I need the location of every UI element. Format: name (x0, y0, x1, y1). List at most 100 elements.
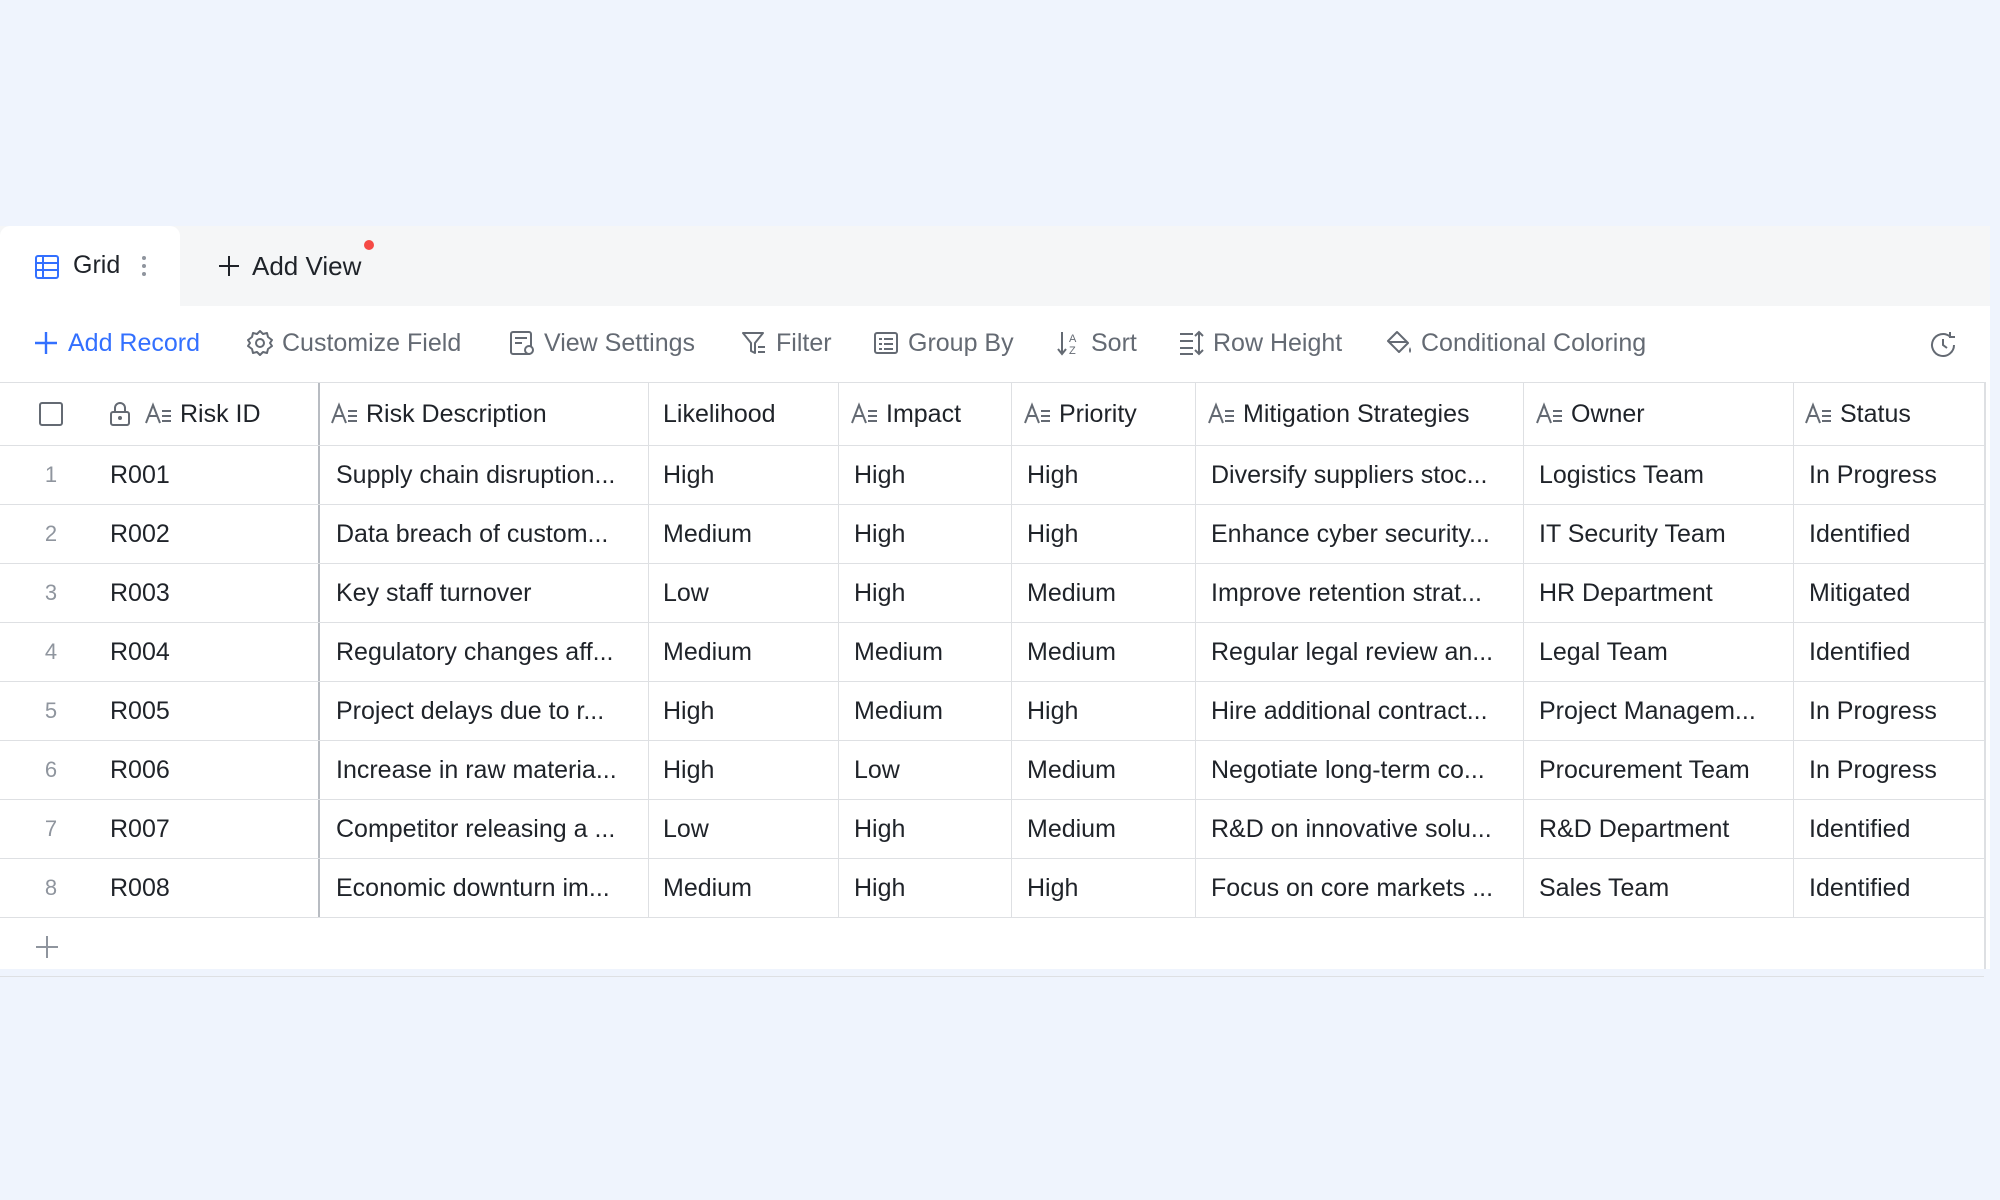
select-all-checkbox[interactable] (39, 402, 63, 426)
cell-mitigation-strategies[interactable]: Improve retention strat... (1211, 564, 1521, 622)
cell-risk-id[interactable]: R001 (110, 446, 315, 504)
cell-owner[interactable]: Legal Team (1539, 623, 1791, 681)
cell-likelihood[interactable]: High (663, 446, 835, 504)
column-divider[interactable] (1523, 383, 1524, 445)
cell-priority[interactable]: High (1027, 859, 1192, 917)
cell-risk-description[interactable]: Data breach of custom... (336, 505, 646, 563)
cell-mitigation-strategies[interactable]: Focus on core markets ... (1211, 859, 1521, 917)
more-vertical-icon[interactable] (140, 252, 148, 280)
cell-status[interactable]: Identified (1809, 505, 1984, 563)
cell-owner[interactable]: IT Security Team (1539, 505, 1791, 563)
tab-grid[interactable]: Grid (0, 226, 180, 306)
cell-status[interactable]: Identified (1809, 859, 1984, 917)
cell-priority[interactable]: Medium (1027, 623, 1192, 681)
cell-status[interactable]: Identified (1809, 623, 1984, 681)
cell-status[interactable]: Mitigated (1809, 564, 1984, 622)
cell-mitigation-strategies[interactable]: R&D on innovative solu... (1211, 800, 1521, 858)
cell-risk-description[interactable]: Increase in raw materia... (336, 741, 646, 799)
column-header-priority[interactable]: Priority (1023, 383, 1193, 445)
cell-owner[interactable]: Procurement Team (1539, 741, 1791, 799)
table-row[interactable]: 5 R005 Project delays due to r... High M… (0, 682, 1984, 741)
cell-status[interactable]: In Progress (1809, 741, 1984, 799)
cell-risk-id[interactable]: R005 (110, 682, 315, 740)
cell-mitigation-strategies[interactable]: Negotiate long-term co... (1211, 741, 1521, 799)
cell-risk-id[interactable]: R007 (110, 800, 315, 858)
cell-owner[interactable]: Logistics Team (1539, 446, 1791, 504)
table-row[interactable]: 6 R006 Increase in raw materia... High L… (0, 741, 1984, 800)
table-row[interactable]: 3 R003 Key staff turnover Low High Mediu… (0, 564, 1984, 623)
add-record-button[interactable]: Add Record (32, 326, 200, 360)
cell-impact[interactable]: High (854, 800, 1009, 858)
table-row[interactable]: 2 R002 Data breach of custom... Medium H… (0, 505, 1984, 564)
table-row[interactable]: 7 R007 Competitor releasing a ... Low Hi… (0, 800, 1984, 859)
cell-risk-id[interactable]: R008 (110, 859, 315, 917)
cell-likelihood[interactable]: High (663, 741, 835, 799)
column-header-status[interactable]: Status (1804, 383, 1982, 445)
cell-risk-id[interactable]: R006 (110, 741, 315, 799)
cell-mitigation-strategies[interactable]: Regular legal review an... (1211, 623, 1521, 681)
cell-likelihood[interactable]: Medium (663, 623, 835, 681)
column-header-risk-description[interactable]: Risk Description (330, 383, 648, 445)
cell-priority[interactable]: Medium (1027, 800, 1192, 858)
cell-likelihood[interactable]: Medium (663, 505, 835, 563)
table-row[interactable]: 4 R004 Regulatory changes aff... Medium … (0, 623, 1984, 682)
column-divider[interactable] (1793, 383, 1794, 445)
column-header-risk-id[interactable]: Risk ID (144, 383, 319, 445)
cell-priority[interactable]: High (1027, 505, 1192, 563)
column-divider[interactable] (1195, 383, 1196, 445)
cell-status[interactable]: Identified (1809, 800, 1984, 858)
cell-owner[interactable]: Sales Team (1539, 859, 1791, 917)
cell-status[interactable]: In Progress (1809, 682, 1984, 740)
view-settings-button[interactable]: View Settings (508, 326, 695, 360)
cell-risk-description[interactable]: Economic downturn im... (336, 859, 646, 917)
column-header-impact[interactable]: Impact (850, 383, 1010, 445)
cell-priority[interactable]: Medium (1027, 741, 1192, 799)
column-divider[interactable] (838, 383, 839, 445)
cell-risk-description[interactable]: Regulatory changes aff... (336, 623, 646, 681)
cell-mitigation-strategies[interactable]: Enhance cyber security... (1211, 505, 1521, 563)
add-view-button[interactable]: Add View (216, 250, 361, 282)
cell-priority[interactable]: Medium (1027, 564, 1192, 622)
frozen-column-divider[interactable] (318, 383, 320, 445)
history-icon[interactable] (1928, 330, 1958, 360)
cell-impact[interactable]: High (854, 446, 1009, 504)
cell-impact[interactable]: High (854, 859, 1009, 917)
cell-impact[interactable]: Medium (854, 623, 1009, 681)
cell-owner[interactable]: HR Department (1539, 564, 1791, 622)
cell-risk-description[interactable]: Key staff turnover (336, 564, 646, 622)
cell-risk-id[interactable]: R004 (110, 623, 315, 681)
add-row-plus-icon[interactable] (34, 934, 60, 960)
cell-risk-description[interactable]: Supply chain disruption... (336, 446, 646, 504)
cell-risk-description[interactable]: Competitor releasing a ... (336, 800, 646, 858)
cell-priority[interactable]: High (1027, 446, 1192, 504)
cell-owner[interactable]: R&D Department (1539, 800, 1791, 858)
customize-field-button[interactable]: Customize Field (246, 326, 461, 360)
column-header-owner[interactable]: Owner (1535, 383, 1785, 445)
table-row[interactable]: 8 R008 Economic downturn im... Medium Hi… (0, 859, 1984, 918)
cell-priority[interactable]: High (1027, 682, 1192, 740)
cell-impact[interactable]: Medium (854, 682, 1009, 740)
row-height-button[interactable]: Row Height (1177, 326, 1342, 360)
cell-risk-id[interactable]: R002 (110, 505, 315, 563)
cell-likelihood[interactable]: Medium (663, 859, 835, 917)
column-divider[interactable] (648, 383, 649, 445)
cell-risk-id[interactable]: R003 (110, 564, 315, 622)
cell-impact[interactable]: High (854, 505, 1009, 563)
table-row[interactable]: 1 R001 Supply chain disruption... High H… (0, 446, 1984, 505)
group-by-button[interactable]: Group By (872, 326, 1014, 360)
cell-likelihood[interactable]: High (663, 682, 835, 740)
cell-mitigation-strategies[interactable]: Diversify suppliers stoc... (1211, 446, 1521, 504)
cell-impact[interactable]: High (854, 564, 1009, 622)
cell-likelihood[interactable]: Low (663, 564, 835, 622)
cell-owner[interactable]: Project Managem... (1539, 682, 1791, 740)
sort-button[interactable]: A Z Sort (1055, 326, 1137, 360)
cell-risk-description[interactable]: Project delays due to r... (336, 682, 646, 740)
cell-status[interactable]: In Progress (1809, 446, 1984, 504)
cell-mitigation-strategies[interactable]: Hire additional contract... (1211, 682, 1521, 740)
column-divider[interactable] (1011, 383, 1012, 445)
cell-impact[interactable]: Low (854, 741, 1009, 799)
column-header-likelihood[interactable]: Likelihood (663, 383, 833, 445)
filter-button[interactable]: Filter (740, 326, 832, 360)
cell-likelihood[interactable]: Low (663, 800, 835, 858)
column-header-mitigation-strategies[interactable]: Mitigation Strategies (1207, 383, 1517, 445)
